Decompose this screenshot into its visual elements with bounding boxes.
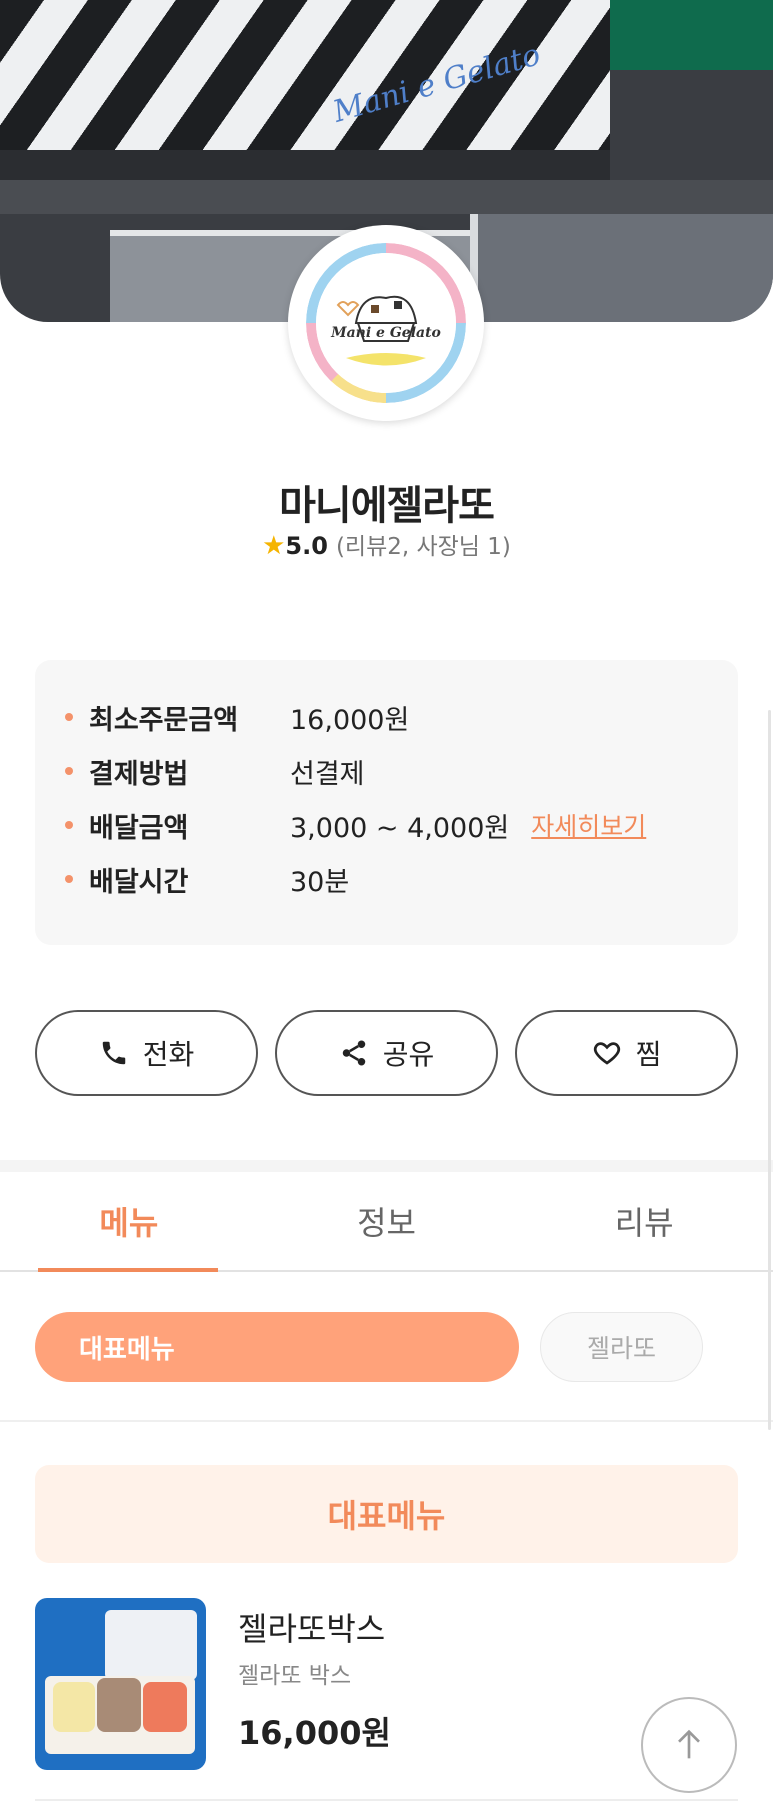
info-row-delivery-fee: 배달금액 3,000 ~ 4,000원 자세히보기 [65, 798, 738, 852]
menu-section-header: 대표메뉴 [35, 1465, 738, 1563]
heart-icon [593, 1042, 620, 1065]
info-value: 3,000 ~ 4,000원 [290, 812, 510, 844]
phone-icon [102, 1041, 125, 1065]
share-icon [342, 1040, 365, 1066]
tab-menu[interactable]: 메뉴 [0, 1172, 258, 1272]
call-button[interactable]: 전화 [35, 1010, 258, 1096]
share-button[interactable]: 공유 [275, 1010, 498, 1096]
store-tabs: 메뉴 정보 리뷰 [0, 1172, 773, 1272]
info-label: 배달금액 [89, 812, 189, 844]
info-label: 최소주문금액 [89, 704, 239, 736]
tab-reviews[interactable]: 리뷰 [515, 1172, 773, 1270]
divider [35, 1799, 738, 1801]
divider [0, 1420, 773, 1422]
favorite-button[interactable]: 찜 [515, 1010, 738, 1096]
delivery-fee-details-link[interactable]: 자세히보기 [531, 807, 646, 843]
info-row-min-order: 최소주문금액 16,000원 [65, 690, 738, 744]
share-label: 공유 [382, 1038, 435, 1071]
category-chip-selected[interactable]: 대표메뉴 [35, 1312, 519, 1382]
menu-item-price: 16,000원 [238, 1714, 391, 1752]
bullet-icon [65, 875, 73, 883]
scrollbar[interactable] [768, 710, 771, 1430]
info-label: 배달시간 [89, 866, 189, 898]
arrow-up-icon [678, 1729, 700, 1759]
tab-info[interactable]: 정보 [258, 1172, 516, 1270]
favorite-label: 찜 [635, 1038, 662, 1071]
category-chip-gelato[interactable]: 젤라또 [540, 1312, 703, 1382]
info-value: 30분 [290, 866, 350, 898]
menu-item-image [35, 1598, 206, 1770]
menu-item-description: 젤라또 박스 [238, 1663, 352, 1689]
call-label: 전화 [142, 1038, 195, 1071]
menu-item[interactable]: 젤라또박스 젤라또 박스 16,000원 [35, 1598, 738, 1770]
bullet-icon [65, 713, 73, 721]
store-info-box: 최소주문금액 16,000원 결제방법 선결제 배달금액 3,000 ~ 4,0… [35, 660, 738, 945]
review-count: (리뷰2, 사장님 1) [335, 534, 511, 560]
info-row-delivery-time: 배달시간 30분 [65, 852, 738, 906]
bullet-icon [65, 821, 73, 829]
menu-item-name: 젤라또박스 [238, 1610, 386, 1648]
star-icon: ★ [262, 531, 286, 561]
info-value: 선결제 [290, 758, 365, 790]
store-rating[interactable]: ★5.0 (리뷰2, 사장님 1) [0, 527, 773, 561]
bullet-icon [65, 767, 73, 775]
info-label: 결제방법 [89, 758, 189, 790]
section-divider [0, 1160, 773, 1172]
logo-icon: Mani e Gelato [330, 295, 441, 366]
scroll-to-top-button[interactable] [641, 1697, 737, 1793]
logo-text: Mani e Gelato [330, 325, 441, 341]
store-name: 마니에젤라또 [279, 483, 495, 529]
info-value: 16,000원 [290, 704, 410, 736]
action-buttons: 전화 공유 찜 [35, 1010, 738, 1096]
info-row-payment: 결제방법 선결제 [65, 744, 738, 798]
store-logo: Mani e Gelato [288, 225, 484, 421]
rating-score: 5.0 [285, 532, 328, 560]
